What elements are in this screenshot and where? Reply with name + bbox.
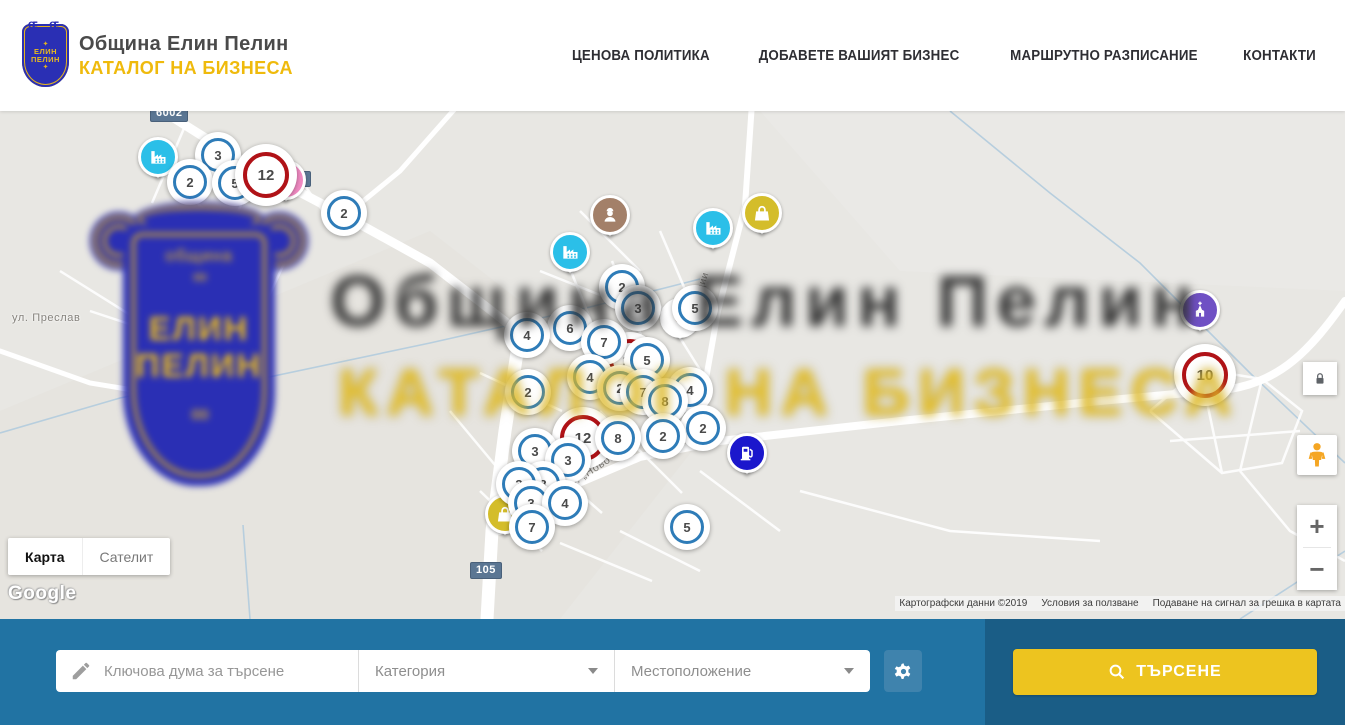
logo-ornament: ✦ — [43, 64, 49, 71]
map-type-control: Карта Сателит — [8, 538, 170, 575]
church-pin-marker[interactable] — [1177, 287, 1223, 333]
nav-item-contacts[interactable]: КОНТАКТИ — [1243, 48, 1316, 64]
construction-pin-marker[interactable] — [587, 192, 633, 238]
site-subtitle: КАТАЛОГ НА БИЗНЕСА — [79, 58, 293, 79]
map-type-satellite-button[interactable]: Сателит — [82, 538, 171, 575]
cluster-marker[interactable]: 5 — [672, 285, 718, 331]
cluster-marker[interactable]: 8 — [595, 415, 641, 461]
map-canvas[interactable]: 6002 105 ул. Преслав бул. „Новоселци“ ци… — [0, 111, 1345, 619]
category-value: Категория — [375, 663, 445, 680]
search-button-label: ТЪРСЕНЕ — [1136, 663, 1221, 681]
cluster-marker[interactable]: 10 — [1174, 344, 1236, 406]
search-bar-left: Категория Местоположение — [0, 619, 985, 725]
road-badge-105: 105 — [470, 562, 502, 579]
nav-item-pricing[interactable]: ЦЕНОВА ПОЛИТИКА — [572, 48, 710, 64]
site-brand[interactable]: ✦ ЕЛИН ПЕЛИН ✦ Община Елин Пелин КАТАЛОГ… — [22, 24, 293, 87]
chevron-down-icon — [588, 668, 598, 674]
nav-item-add-business[interactable]: ДОБАВЕТЕ ВАШИЯТ БИЗНЕС — [759, 48, 960, 64]
cluster-marker[interactable]: 2 — [167, 159, 213, 205]
factory-pin-marker[interactable] — [690, 205, 736, 251]
pencil-icon — [70, 660, 92, 682]
header: ✦ ЕЛИН ПЕЛИН ✦ Община Елин Пелин КАТАЛОГ… — [0, 0, 1345, 111]
shop-pin-marker[interactable] — [739, 190, 785, 236]
keyword-field[interactable] — [56, 650, 358, 692]
zoom-in-button[interactable]: + — [1297, 505, 1337, 547]
main-nav: ЦЕНОВА ПОЛИТИКА ДОБАВЕТЕ ВАШИЯТ БИЗНЕС М… — [566, 48, 1319, 64]
gas-station-pin-marker[interactable] — [724, 430, 770, 476]
lock-icon — [1313, 372, 1327, 386]
page: ✦ ЕЛИН ПЕЛИН ✦ Община Елин Пелин КАТАЛОГ… — [0, 0, 1345, 725]
attribution-data: Картографски данни ©2019 — [899, 598, 1027, 609]
cluster-marker[interactable]: 7 — [509, 504, 555, 550]
advanced-settings-button[interactable] — [884, 650, 922, 692]
attribution-report-link[interactable]: Подаване на сигнал за грешка в картата — [1153, 598, 1341, 609]
pegman-button[interactable] — [1297, 435, 1337, 475]
search-input[interactable] — [104, 663, 334, 680]
fuel-pump-icon — [727, 433, 767, 473]
search-icon — [1108, 663, 1126, 681]
shopping-bag-icon — [742, 193, 782, 233]
location-value: Местоположение — [631, 663, 751, 680]
search-group: Категория Местоположение — [56, 650, 870, 692]
cluster-marker[interactable]: 3 — [615, 285, 661, 331]
road-badge-6002: 6002 — [150, 111, 188, 122]
plus-icon: + — [1309, 511, 1324, 542]
chevron-down-icon — [844, 668, 854, 674]
cluster-marker[interactable]: 2 — [321, 190, 367, 236]
map-type-map-button[interactable]: Карта — [8, 538, 82, 575]
cluster-marker[interactable]: 2 — [505, 369, 551, 415]
attribution-terms-link[interactable]: Условия за ползване — [1041, 598, 1138, 609]
cluster-marker[interactable]: 2 — [640, 413, 686, 459]
nav-item-schedule[interactable]: МАРШРУТНО РАЗПИСАНИЕ — [1010, 48, 1198, 64]
search-bar-right: ТЪРСЕНЕ — [985, 619, 1345, 725]
pegman-icon — [1306, 442, 1328, 468]
cluster-marker[interactable]: 4 — [504, 312, 550, 358]
cluster-marker[interactable]: 2 — [680, 405, 726, 451]
factory-icon — [550, 232, 590, 272]
lock-button[interactable] — [1303, 362, 1337, 395]
location-select[interactable]: Местоположение — [614, 650, 870, 692]
cluster-marker[interactable]: 12 — [235, 144, 297, 206]
map-attribution: Картографски данни ©2019 Условия за полз… — [895, 596, 1345, 611]
site-title: Община Елин Пелин — [79, 33, 293, 56]
zoom-out-button[interactable]: − — [1297, 548, 1337, 590]
google-logo[interactable]: Google — [8, 583, 76, 605]
category-select[interactable]: Категория — [358, 650, 614, 692]
church-icon — [1180, 290, 1220, 330]
logo-name-line2: ПЕЛИН — [31, 56, 60, 64]
municipality-logo: ✦ ЕЛИН ПЕЛИН ✦ — [22, 24, 69, 87]
worker-icon — [590, 195, 630, 235]
gear-icon — [894, 662, 913, 681]
brand-text: Община Елин Пелин КАТАЛОГ НА БИЗНЕСА — [79, 33, 293, 79]
search-bar: Категория Местоположение ТЪРСЕНЕ — [0, 619, 1345, 725]
factory-pin-marker[interactable] — [547, 229, 593, 275]
minus-icon: − — [1309, 554, 1324, 585]
search-button[interactable]: ТЪРСЕНЕ — [1013, 649, 1317, 695]
zoom-control: + − — [1297, 505, 1337, 590]
street-label-preslav: ул. Преслав — [12, 312, 80, 324]
cluster-marker[interactable]: 5 — [664, 504, 710, 550]
factory-icon — [693, 208, 733, 248]
